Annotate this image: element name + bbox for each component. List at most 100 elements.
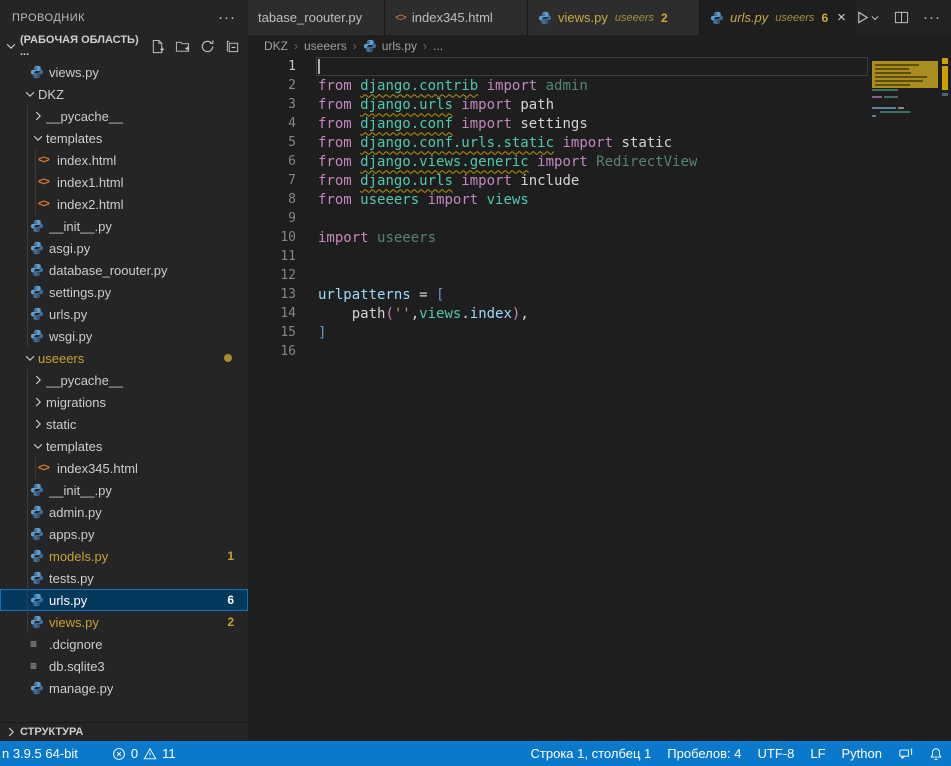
code-line[interactable]: 16	[248, 342, 951, 361]
tree-item-label: db.sqlite3	[49, 659, 105, 674]
split-editor-icon[interactable]	[894, 10, 909, 25]
tree-folder-DKZ[interactable]: DKZ	[0, 83, 248, 105]
vscode-window: ПРОВОДНИК ··· (РАБОЧАЯ ОБЛАСТЬ) ... view…	[0, 0, 951, 766]
chevron-right-icon	[30, 109, 46, 123]
code-line[interactable]: 12	[248, 266, 951, 285]
breadcrumb-item[interactable]: useeers	[304, 39, 347, 53]
tree-folder-migrations[interactable]: migrations	[0, 391, 248, 413]
cursor-position-status[interactable]: Строка 1, столбец 1	[523, 741, 660, 766]
tree-file-urls.py[interactable]: urls.py6	[0, 589, 248, 611]
problems-status[interactable]: 0 11	[104, 741, 184, 766]
tab-urls.py[interactable]: urls.pyuseeers6×	[700, 0, 855, 35]
eol-status[interactable]: LF	[802, 741, 833, 766]
new-file-icon[interactable]	[150, 39, 165, 54]
tree-file-index.html[interactable]: <>index.html	[0, 149, 248, 171]
code-line[interactable]: 7from django.urls import include	[248, 171, 951, 190]
python-icon	[30, 571, 49, 585]
tree-folder-templates[interactable]: templates	[0, 435, 248, 457]
more-actions-icon[interactable]: ···	[923, 9, 941, 26]
encoding-status[interactable]: UTF-8	[750, 741, 803, 766]
notifications-bell-icon[interactable]	[921, 741, 951, 766]
line-number: 2	[248, 78, 296, 93]
indent-guide	[27, 281, 28, 303]
code-line[interactable]: 4from django.conf import settings	[248, 114, 951, 133]
code-area[interactable]: 12from django.contrib import admin3from …	[248, 57, 951, 361]
code-line[interactable]: 14 path('',views.index),	[248, 304, 951, 323]
minimap[interactable]	[872, 57, 940, 167]
tree-item-label: apps.py	[49, 527, 95, 542]
tree-item-label: urls.py	[49, 307, 87, 322]
run-button[interactable]	[855, 10, 880, 25]
tree-file-views.py[interactable]: views.py	[0, 61, 248, 83]
tab-views.py[interactable]: views.pyuseeers2	[528, 0, 700, 35]
tree-folder-useeers[interactable]: useeers	[0, 347, 248, 369]
close-icon[interactable]: ×	[837, 10, 846, 25]
explorer-title: ПРОВОДНИК	[12, 12, 85, 24]
tree-file-database_roouter.py[interactable]: database_roouter.py	[0, 259, 248, 281]
code-line[interactable]: 3from django.urls import path	[248, 95, 951, 114]
chevron-right-icon	[4, 725, 18, 739]
tree-folder-templates[interactable]: templates	[0, 127, 248, 149]
tree-file-index1.html[interactable]: <>index1.html	[0, 171, 248, 193]
tab-problems-count: 6	[821, 11, 828, 25]
breadcrumb-item[interactable]: DKZ	[264, 39, 288, 53]
tree-file-wsgi.py[interactable]: wsgi.py	[0, 325, 248, 347]
code-line[interactable]: 2from django.contrib import admin	[248, 76, 951, 95]
feedback-icon[interactable]	[890, 741, 921, 766]
code-line[interactable]: 13urlpatterns = [	[248, 285, 951, 304]
code-line[interactable]: 1	[248, 57, 951, 76]
html-icon: <>	[38, 462, 57, 474]
refresh-icon[interactable]	[200, 39, 215, 54]
python-icon	[30, 263, 49, 277]
indentation-status[interactable]: Пробелов: 4	[659, 741, 749, 766]
tree-file-manage.py[interactable]: manage.py	[0, 677, 248, 699]
code-line[interactable]: 6from django.views.generic import Redire…	[248, 152, 951, 171]
tree-file-asgi.py[interactable]: asgi.py	[0, 237, 248, 259]
code-line[interactable]: 8from useeers import views	[248, 190, 951, 209]
code-line[interactable]: 11	[248, 247, 951, 266]
python-interpreter-status[interactable]: n 3.9.5 64-bit	[0, 741, 86, 766]
code-line[interactable]: 10import useeers	[248, 228, 951, 247]
code-line[interactable]: 5from django.conf.urls.static import sta…	[248, 133, 951, 152]
python-icon	[30, 241, 49, 255]
tree-file-urls.py[interactable]: urls.py	[0, 303, 248, 325]
tree-file-db.sqlite3[interactable]: ≡db.sqlite3	[0, 655, 248, 677]
tree-file-__init__.py[interactable]: __init__.py	[0, 215, 248, 237]
tree-file-index2.html[interactable]: <>index2.html	[0, 193, 248, 215]
indent-guide	[35, 149, 36, 171]
tab-index345.html[interactable]: <>index345.html	[385, 0, 528, 35]
indent-guide	[27, 171, 28, 193]
workspace-section-header[interactable]: (РАБОЧАЯ ОБЛАСТЬ) ...	[0, 35, 248, 57]
code-line[interactable]: 9	[248, 209, 951, 228]
tree-folder-static[interactable]: static	[0, 413, 248, 435]
tree-file-__init__.py[interactable]: __init__.py	[0, 479, 248, 501]
tree-item-label: views.py	[49, 65, 99, 80]
tree-file-views.py[interactable]: views.py2	[0, 611, 248, 633]
tree-file-settings.py[interactable]: settings.py	[0, 281, 248, 303]
chevron-right-icon	[30, 373, 46, 387]
tab-tabase_roouter.py[interactable]: tabase_roouter.py	[248, 0, 385, 35]
tree-file-.dcignore[interactable]: ≡.dcignore	[0, 633, 248, 655]
tree-folder-__pycache__[interactable]: __pycache__	[0, 105, 248, 127]
indent-guide	[27, 259, 28, 281]
code-line[interactable]: 15]	[248, 323, 951, 342]
breadcrumb-item[interactable]: urls.py	[363, 39, 417, 53]
editor-actions: ···	[855, 0, 951, 35]
workspace-section-title: (РАБОЧАЯ ОБЛАСТЬ) ...	[20, 34, 150, 58]
collapse-all-icon[interactable]	[225, 39, 240, 54]
tree-file-models.py[interactable]: models.py1	[0, 545, 248, 567]
chevron-down-icon	[22, 351, 38, 365]
outline-section-header[interactable]: СТРУКТУРА	[0, 722, 248, 741]
more-actions-icon[interactable]: ···	[218, 13, 236, 23]
tree-file-tests.py[interactable]: tests.py	[0, 567, 248, 589]
tree-file-index345.html[interactable]: <>index345.html	[0, 457, 248, 479]
tree-file-apps.py[interactable]: apps.py	[0, 523, 248, 545]
language-mode-status[interactable]: Python	[834, 741, 890, 766]
python-icon	[30, 307, 49, 321]
tree-file-admin.py[interactable]: admin.py	[0, 501, 248, 523]
python-icon	[30, 219, 49, 233]
tree-folder-__pycache__[interactable]: __pycache__	[0, 369, 248, 391]
breadcrumb-item[interactable]: ...	[433, 39, 443, 53]
tree-item-label: wsgi.py	[49, 329, 92, 344]
new-folder-icon[interactable]	[175, 39, 190, 54]
